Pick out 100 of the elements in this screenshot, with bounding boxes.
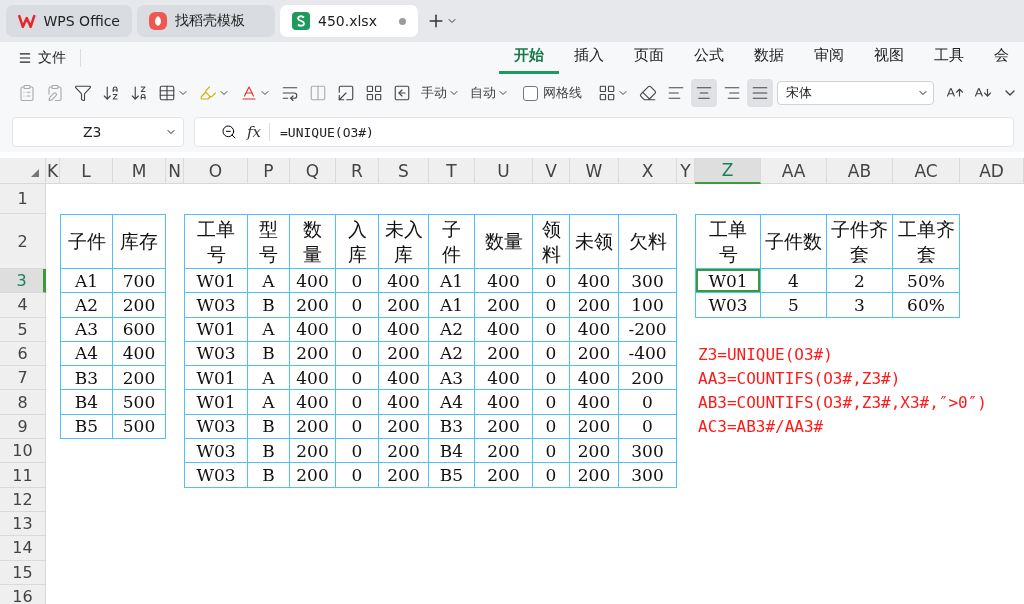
table-cell[interactable]: -400 xyxy=(619,341,677,367)
table-cell[interactable]: W01 xyxy=(695,269,761,294)
table-cell[interactable]: W01 xyxy=(184,317,248,342)
table-cell[interactable]: 0 xyxy=(336,341,379,367)
table-cell[interactable]: W03 xyxy=(695,293,761,318)
row-header[interactable]: 16 xyxy=(0,584,46,604)
table-cell[interactable]: B5 xyxy=(429,463,475,488)
table-cell[interactable]: B xyxy=(248,439,290,464)
ribbon-tab[interactable]: 页面 xyxy=(619,42,679,74)
row-header[interactable]: 8 xyxy=(0,390,46,415)
table-cell[interactable]: 200 xyxy=(290,414,336,440)
table-cell[interactable]: 4 xyxy=(761,269,827,294)
column-header[interactable]: AC xyxy=(893,158,960,184)
table-cell[interactable]: A2 xyxy=(429,317,475,342)
ribbon-tab[interactable]: 工具 xyxy=(919,42,979,74)
table-cell[interactable]: B3 xyxy=(429,414,475,440)
wrap-mode-dropdown[interactable]: 自动 xyxy=(466,79,513,107)
column-header[interactable]: S xyxy=(379,158,429,184)
table-cell[interactable]: 60% xyxy=(893,293,960,318)
table-cell[interactable]: 0 xyxy=(619,414,677,440)
table-cell[interactable]: W01 xyxy=(184,366,248,391)
table-cell[interactable]: B3 xyxy=(60,366,113,391)
function-label[interactable]: fx xyxy=(247,123,270,141)
document-tab[interactable]: 450.xlsx xyxy=(280,5,418,37)
table-cell[interactable]: 200 xyxy=(570,439,619,464)
table-cell[interactable]: 200 xyxy=(475,293,533,318)
file-menu[interactable]: 文件 xyxy=(18,49,81,67)
table-cell[interactable]: W03 xyxy=(184,414,248,440)
table-cell[interactable]: A2 xyxy=(60,293,113,318)
table-cell[interactable]: 400 xyxy=(290,390,336,415)
table-cell[interactable]: A4 xyxy=(429,390,475,415)
align-button[interactable] xyxy=(691,79,717,107)
column-header[interactable]: L xyxy=(60,158,113,184)
table-cell[interactable]: 400 xyxy=(570,390,619,415)
table-cell[interactable]: 0 xyxy=(533,366,570,391)
table-cell[interactable]: 50% xyxy=(893,269,960,294)
row-header[interactable]: 13 xyxy=(0,511,46,537)
row-header[interactable]: 14 xyxy=(0,536,46,561)
table-cell[interactable]: A1 xyxy=(60,269,113,294)
table-cell[interactable]: 200 xyxy=(379,463,429,488)
table-cell[interactable]: 0 xyxy=(336,414,379,440)
table-cell[interactable]: A1 xyxy=(429,269,475,294)
table-cell[interactable]: 200 xyxy=(379,293,429,318)
table-cell[interactable]: 200 xyxy=(619,366,677,391)
column-header[interactable]: K xyxy=(46,158,60,184)
table-cell[interactable]: 300 xyxy=(619,463,677,488)
table-cell[interactable]: 200 xyxy=(475,439,533,464)
column-header[interactable]: W xyxy=(570,158,619,184)
select-all-button[interactable] xyxy=(0,158,46,184)
table-cell[interactable]: A xyxy=(248,390,290,415)
table-cell[interactable]: W03 xyxy=(184,463,248,488)
column-header[interactable]: R xyxy=(336,158,379,184)
table-cell[interactable]: A3 xyxy=(429,366,475,391)
table-cell[interactable]: A2 xyxy=(429,341,475,367)
column-header[interactable]: N xyxy=(166,158,184,184)
table-cell[interactable]: 0 xyxy=(533,439,570,464)
table-cell[interactable]: 400 xyxy=(379,366,429,391)
table-cell[interactable]: 500 xyxy=(113,414,166,440)
table-cell[interactable]: 300 xyxy=(619,269,677,294)
table-cell[interactable]: 200 xyxy=(113,366,166,391)
row-header[interactable]: 2 xyxy=(0,214,46,269)
table-cell[interactable]: A xyxy=(248,317,290,342)
table-cell[interactable]: 0 xyxy=(533,269,570,294)
table-cell[interactable]: A xyxy=(248,366,290,391)
table-cell[interactable]: 0 xyxy=(336,317,379,342)
table-cell[interactable]: W01 xyxy=(184,390,248,415)
ribbon-tab[interactable]: 视图 xyxy=(859,42,919,74)
column-header[interactable]: U xyxy=(475,158,533,184)
table-cell[interactable]: 200 xyxy=(290,439,336,464)
column-header[interactable]: O xyxy=(184,158,248,184)
column-header[interactable]: AA xyxy=(761,158,827,184)
table-cell[interactable]: 0 xyxy=(336,390,379,415)
table-cell[interactable]: A3 xyxy=(60,317,113,342)
formula-field[interactable]: fx =UNIQUE(O3#) xyxy=(194,117,1014,147)
column-header[interactable]: Q xyxy=(290,158,336,184)
table-cell[interactable]: 5 xyxy=(761,293,827,318)
table-cell[interactable]: 400 xyxy=(475,269,533,294)
table-cell[interactable]: 400 xyxy=(570,317,619,342)
table-cell[interactable]: A1 xyxy=(429,293,475,318)
table-cell[interactable]: 0 xyxy=(533,390,570,415)
table-cell[interactable]: 400 xyxy=(570,269,619,294)
table-cell[interactable]: 200 xyxy=(379,439,429,464)
row-header[interactable]: 11 xyxy=(0,463,46,488)
column-header[interactable]: V xyxy=(533,158,570,184)
table-cell[interactable]: 400 xyxy=(290,269,336,294)
ribbon-tab[interactable]: 会 xyxy=(979,42,1024,74)
table-cell[interactable]: 500 xyxy=(113,390,166,415)
table-cell[interactable]: 400 xyxy=(475,390,533,415)
row-header[interactable]: 4 xyxy=(0,293,46,318)
table-cell[interactable]: 200 xyxy=(290,463,336,488)
table-cell[interactable]: B4 xyxy=(60,390,113,415)
align-button[interactable] xyxy=(747,79,773,107)
table-cell[interactable]: 200 xyxy=(570,463,619,488)
table-cell[interactable]: 0 xyxy=(336,269,379,294)
row-header[interactable]: 15 xyxy=(0,560,46,585)
table-cell[interactable]: 400 xyxy=(379,390,429,415)
row-header[interactable]: 7 xyxy=(0,366,46,391)
table-cell[interactable]: B xyxy=(248,463,290,488)
wrap-mode-dropdown[interactable]: 手动 xyxy=(417,79,464,107)
table-cell[interactable]: 0 xyxy=(533,317,570,342)
